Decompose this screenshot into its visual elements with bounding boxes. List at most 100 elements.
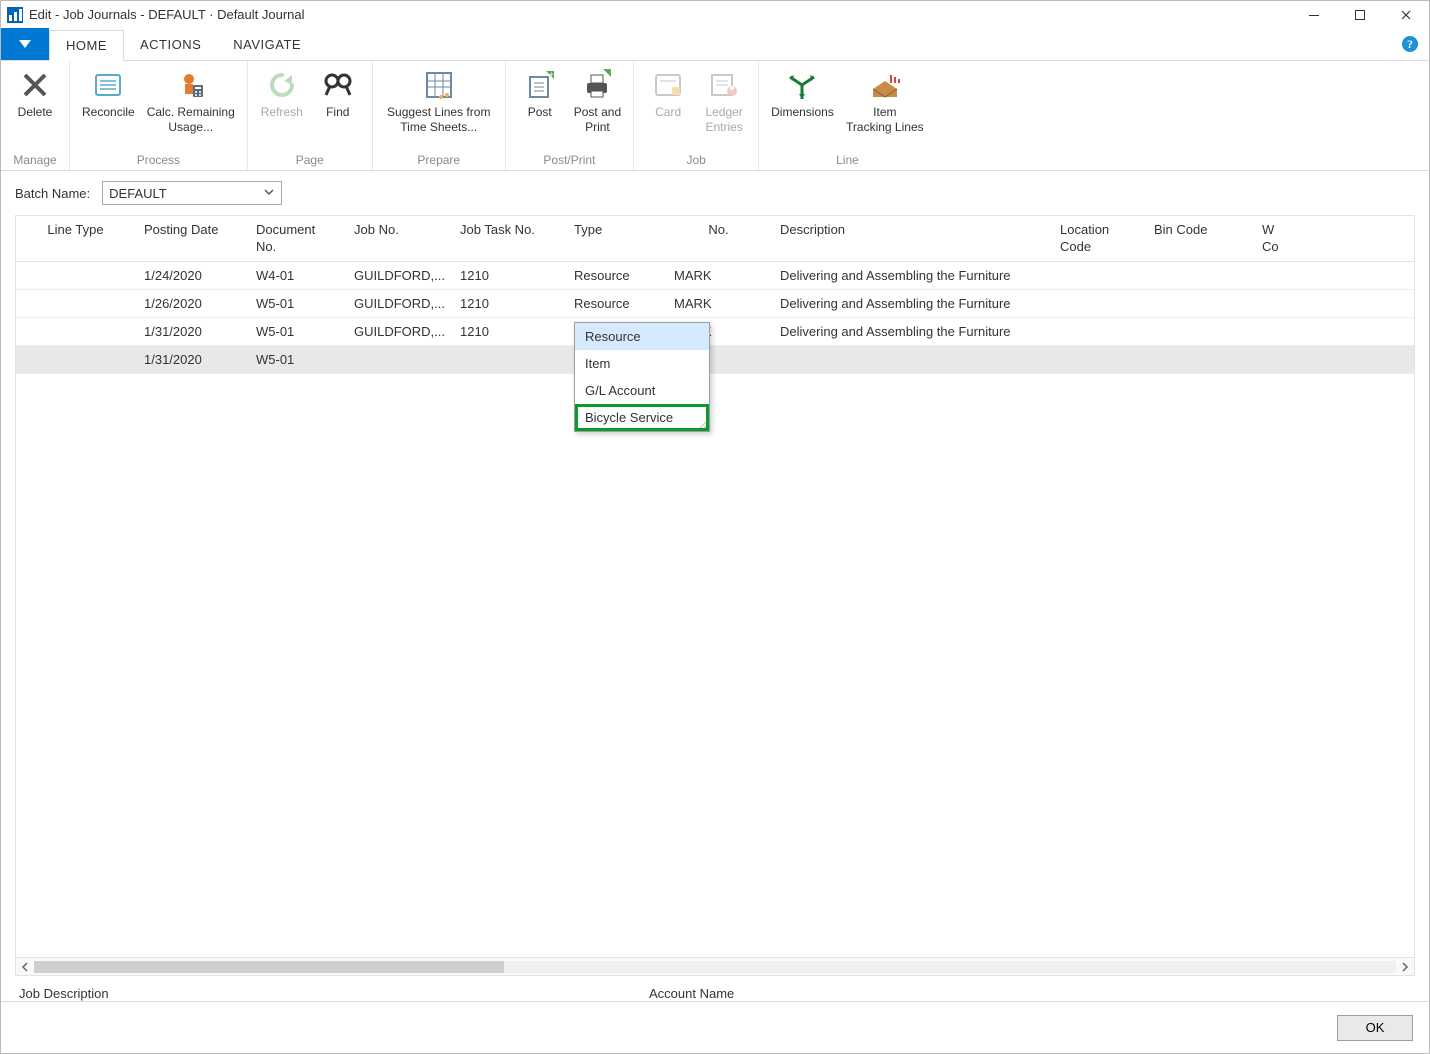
table-row[interactable]: 1/24/2020W4-01GUILDFORD,...1210ResourceM… [16, 262, 1414, 290]
ok-button[interactable]: OK [1337, 1015, 1413, 1041]
reconcile-label: Reconcile [82, 105, 135, 120]
table-row[interactable]: 1/31/2020W5-01Resource [16, 346, 1414, 374]
cell-type[interactable]: Resource [566, 268, 666, 283]
account-name-label: Account Name [649, 986, 734, 1001]
suggest-lines-button[interactable]: Suggest Lines from Time Sheets... [379, 65, 499, 153]
file-menu-button[interactable] [1, 28, 49, 60]
calc-remaining-usage-button[interactable]: Calc. Remaining Usage... [141, 65, 241, 153]
reconcile-button[interactable]: Reconcile [76, 65, 141, 153]
delete-icon [19, 69, 51, 101]
ledger-icon [708, 69, 740, 101]
type-dropdown[interactable]: Resource Item G/L Account Bicycle Servic… [574, 322, 710, 432]
cell-job-no[interactable]: GUILDFORD,... [346, 268, 452, 283]
cell-posting-date[interactable]: 1/31/2020 [136, 352, 248, 367]
cell-document-no[interactable]: W5-01 [248, 324, 346, 339]
ledger-entries-button[interactable]: Ledger Entries [696, 65, 752, 153]
calc-label: Calc. Remaining Usage... [147, 105, 235, 135]
tab-navigate[interactable]: NAVIGATE [217, 29, 317, 60]
cell-document-no[interactable]: W4-01 [248, 268, 346, 283]
dropdown-option-gl-account[interactable]: G/L Account [575, 377, 709, 404]
delete-button[interactable]: Delete [7, 65, 63, 153]
svg-text:?: ? [1407, 37, 1413, 51]
cell-job-no[interactable]: GUILDFORD,... [346, 296, 452, 311]
post-label: Post [528, 105, 552, 120]
cell-document-no[interactable]: W5-01 [248, 296, 346, 311]
status-row: Job Description Account Name [15, 976, 1415, 1001]
dropdown-option-resource[interactable]: Resource [575, 323, 709, 350]
find-button[interactable]: Find [310, 65, 366, 153]
cell-no[interactable]: MARK [666, 268, 772, 283]
post-and-print-button[interactable]: Post and Print [568, 65, 627, 153]
dropdown-option-bicycle-service[interactable]: Bicycle Service [575, 404, 709, 431]
table-row[interactable]: 1/31/2020W5-01GUILDFORD,...1210ResourceM… [16, 318, 1414, 346]
resize-handle-icon[interactable] [697, 419, 707, 429]
cell-job-no[interactable]: GUILDFORD,... [346, 324, 452, 339]
dropdown-option-item[interactable]: Item [575, 350, 709, 377]
cell-job-task-no[interactable]: 1210 [452, 324, 566, 339]
post-and-print-label: Post and Print [574, 105, 621, 135]
footer: OK [1, 1001, 1429, 1053]
find-icon [322, 69, 354, 101]
cell-type[interactable]: Resource [566, 296, 666, 311]
post-and-print-icon [581, 69, 613, 101]
scroll-track[interactable] [34, 961, 1396, 973]
col-bin-code[interactable]: Bin Code [1146, 216, 1254, 261]
group-job-label: Job [640, 153, 752, 169]
tab-actions[interactable]: ACTIONS [124, 29, 217, 60]
reconcile-icon [92, 69, 124, 101]
group-page-label: Page [254, 153, 366, 169]
ribbon: Delete Manage Reconcile Calc. Remaining … [1, 61, 1429, 171]
batch-row: Batch Name: DEFAULT [15, 181, 1415, 205]
card-label: Card [655, 105, 681, 120]
table-row[interactable]: 1/26/2020W5-01GUILDFORD,...1210ResourceM… [16, 290, 1414, 318]
horizontal-scrollbar[interactable] [16, 957, 1414, 975]
grid-header: Line Type Posting Date Document No. Job … [16, 216, 1414, 262]
scroll-thumb[interactable] [34, 961, 504, 973]
cell-description[interactable]: Delivering and Assembling the Furniture [772, 324, 1052, 339]
cell-posting-date[interactable]: 1/26/2020 [136, 296, 248, 311]
col-document-no[interactable]: Document No. [248, 216, 346, 261]
group-prepare-label: Prepare [379, 153, 499, 169]
col-description[interactable]: Description [772, 216, 1052, 261]
calc-icon [175, 69, 207, 101]
cell-document-no[interactable]: W5-01 [248, 352, 346, 367]
card-icon [652, 69, 684, 101]
scroll-left-arrow[interactable] [16, 958, 34, 976]
cell-posting-date[interactable]: 1/31/2020 [136, 324, 248, 339]
help-icon[interactable]: ? [1401, 28, 1429, 60]
refresh-label: Refresh [261, 105, 303, 120]
cell-description[interactable]: Delivering and Assembling the Furniture [772, 296, 1052, 311]
cell-no[interactable]: MARK [666, 296, 772, 311]
batch-name-select[interactable]: DEFAULT [102, 181, 282, 205]
window-title: Edit - Job Journals - DEFAULT · Default … [29, 7, 305, 22]
chevron-down-icon [263, 186, 275, 198]
suggest-lines-icon [423, 69, 455, 101]
card-button[interactable]: Card [640, 65, 696, 153]
cell-description[interactable]: Delivering and Assembling the Furniture [772, 268, 1052, 283]
col-job-task-no[interactable]: Job Task No. [452, 216, 566, 261]
scroll-right-arrow[interactable] [1396, 958, 1414, 976]
group-postprint-label: Post/Print [512, 153, 627, 169]
ledger-label: Ledger Entries [705, 105, 742, 135]
close-button[interactable] [1383, 1, 1429, 29]
col-line-type[interactable]: Line Type [16, 216, 136, 261]
maximize-button[interactable] [1337, 1, 1383, 29]
col-location-code[interactable]: Location Code [1052, 216, 1146, 261]
tab-home[interactable]: HOME [49, 30, 124, 61]
minimize-button[interactable] [1291, 1, 1337, 29]
cell-job-task-no[interactable]: 1210 [452, 268, 566, 283]
cell-job-task-no[interactable]: 1210 [452, 296, 566, 311]
item-tracking-lines-button[interactable]: Item Tracking Lines [840, 65, 930, 153]
batch-name-label: Batch Name: [15, 186, 90, 201]
refresh-button[interactable]: Refresh [254, 65, 310, 153]
col-overflow[interactable]: W Co [1254, 216, 1284, 261]
suggest-lines-label: Suggest Lines from Time Sheets... [387, 105, 490, 135]
col-no[interactable]: No. [666, 216, 772, 261]
post-button[interactable]: + Post [512, 65, 568, 153]
cell-posting-date[interactable]: 1/24/2020 [136, 268, 248, 283]
dimensions-button[interactable]: Dimensions [765, 65, 840, 153]
svg-text:+: + [549, 70, 554, 79]
col-job-no[interactable]: Job No. [346, 216, 452, 261]
col-posting-date[interactable]: Posting Date [136, 216, 248, 261]
col-type[interactable]: Type [566, 216, 666, 261]
